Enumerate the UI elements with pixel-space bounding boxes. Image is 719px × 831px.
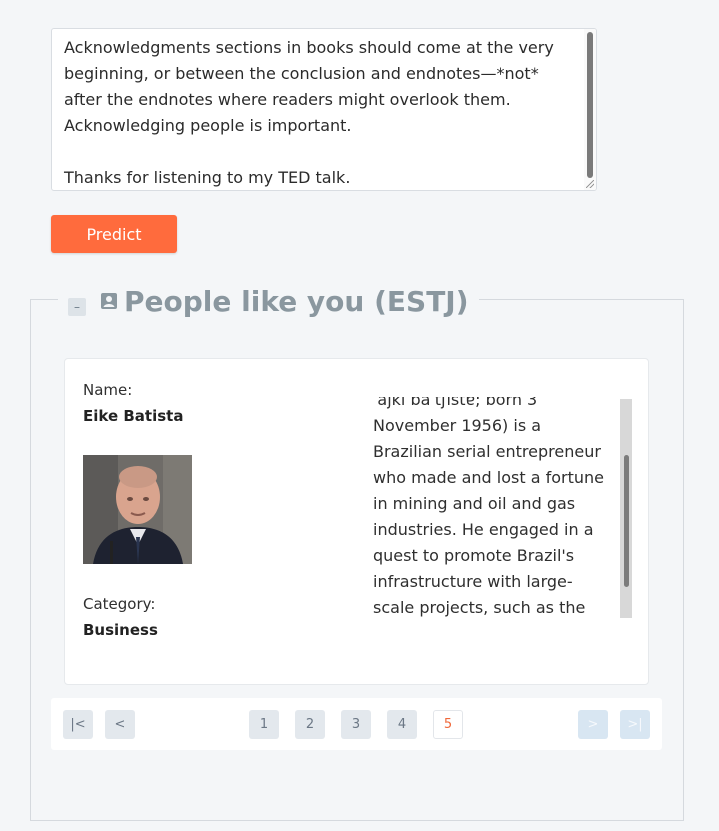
page-button-4[interactable]: 4 <box>387 710 417 739</box>
page-button-5[interactable]: 5 <box>433 710 463 739</box>
prev-page-button[interactable]: < <box>105 710 135 739</box>
pagination: |< < 1 2 3 4 5 > >| <box>51 698 662 750</box>
next-page-button[interactable]: > <box>578 710 608 739</box>
category-value: Business <box>83 621 158 639</box>
resize-handle-icon[interactable] <box>586 180 594 188</box>
question-textarea[interactable]: Acknowledgments sections in books should… <box>51 28 597 191</box>
panel-title: People like you (ESTJ) <box>124 284 469 318</box>
collapse-button[interactable]: – <box>68 298 86 316</box>
bio-partial-line: ˈajki baˈtʃistɐ; born 3 <box>373 397 538 409</box>
textarea-paragraph-1: Acknowledgments sections in books should… <box>64 38 554 135</box>
bio-box[interactable]: ˈajki baˈtʃistɐ; born 3 November 1956) i… <box>373 397 613 619</box>
bio-content: November 1956) is a Brazilian serial ent… <box>373 416 604 617</box>
name-label: Name: <box>83 381 133 399</box>
bio-text: ˈajki baˈtʃistɐ; born 3 November 1956) i… <box>373 397 613 619</box>
page-button-1[interactable]: 1 <box>249 710 279 739</box>
first-page-button[interactable]: |< <box>63 710 93 739</box>
textarea-paragraph-2: Thanks for listening to my TED talk. <box>64 168 351 187</box>
textarea-scroll-thumb[interactable] <box>587 32 593 178</box>
page-button-3[interactable]: 3 <box>341 710 371 739</box>
textarea-content[interactable]: Acknowledgments sections in books should… <box>64 35 579 190</box>
bio-scroll-thumb[interactable] <box>624 455 629 587</box>
person-photo <box>83 455 192 564</box>
last-page-button[interactable]: >| <box>620 710 650 739</box>
person-card: Name: Eike Batista Category: Business ˈa… <box>64 358 649 685</box>
category-label: Category: <box>83 595 156 613</box>
page-button-2[interactable]: 2 <box>295 710 325 739</box>
person-icon <box>101 293 117 309</box>
predict-button[interactable]: Predict <box>51 215 177 253</box>
panel-legend: – People like you (ESTJ) <box>58 281 479 321</box>
name-value: Eike Batista <box>83 407 184 425</box>
